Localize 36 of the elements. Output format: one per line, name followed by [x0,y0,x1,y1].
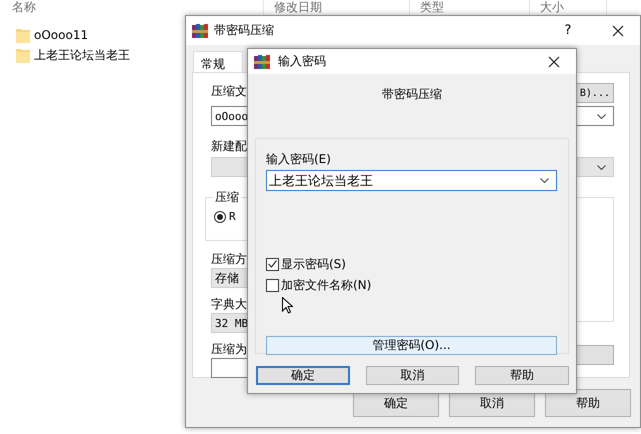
field-label: 压缩文 [211,83,247,99]
cursor-icon [282,297,293,314]
tab[interactable]: 常规 [193,51,243,72]
dialog-heading: 带密码压缩 [381,86,443,103]
field-label: 压缩方 [211,251,247,267]
close-icon [612,24,624,36]
checkbox-label: 加密文件名称(N) [281,276,372,294]
window-title: 输入密码 [278,53,326,70]
dialog-button[interactable]: 帮助 [475,366,570,385]
manage-passwords-button[interactable]: 管理密码(O)... [266,336,557,355]
folder-icon [16,27,30,43]
books-icon [254,54,270,68]
dialog-button[interactable]: 帮助 [545,389,631,417]
option-label: R [229,210,236,223]
check-icon [268,260,277,268]
file-name[interactable]: oOooo11 [34,28,88,42]
dialog-button[interactable]: 确定 [256,366,350,385]
checkbox-label: 显示密码(S) [281,256,346,272]
field-label: 压缩为 [211,341,247,357]
radio-button[interactable] [214,210,226,222]
books-icon [192,24,208,38]
field-label: 输入密码(E) [266,151,331,167]
file-name[interactable]: 上老王论坛当老王 [34,46,130,64]
folder-icon [16,47,30,63]
chevron-icon [597,114,606,118]
checkbox[interactable] [266,278,279,292]
checkbox[interactable] [266,258,279,270]
window-title: 带密码压缩 [214,22,274,39]
dialog-button[interactable]: 取消 [366,366,460,385]
password-field[interactable]: 上老王论坛当老王 [266,170,557,191]
field-label: 新建配 [211,138,247,154]
chevron-icon [597,164,606,170]
chevron-icon [540,178,549,183]
field-label: 字典大 [211,296,247,312]
help-button[interactable]: ? [546,18,590,42]
close-icon [548,56,560,68]
